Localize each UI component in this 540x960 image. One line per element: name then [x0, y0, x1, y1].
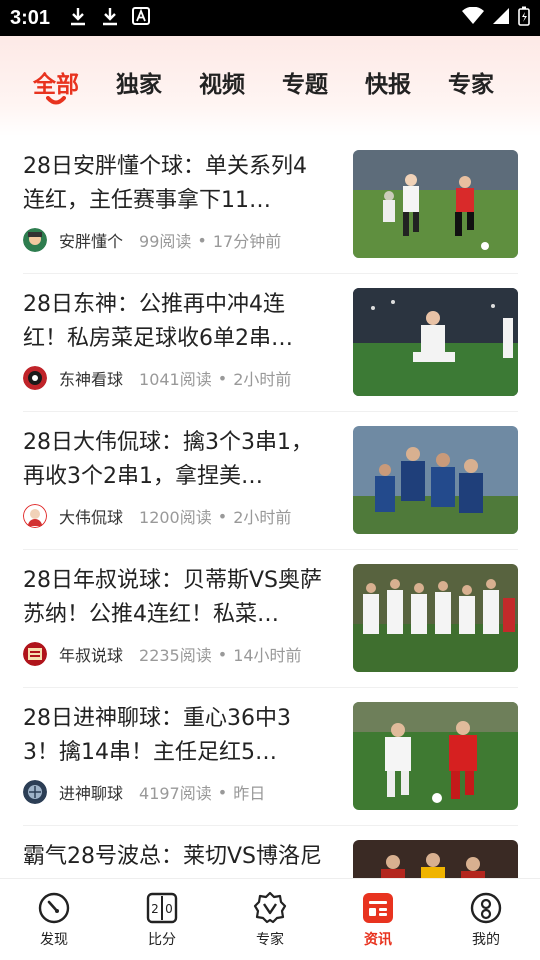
- article-title: 霸气28号波总：莱切VS博洛尼亚！精选 4 串单！连红…: [23, 844, 323, 869]
- nav-discover[interactable]: 发现: [0, 879, 108, 960]
- author-avatar: [23, 780, 47, 804]
- article-title: 28日大伟侃球：擒3个3串1，再收3个2串1，拿捏美…: [23, 430, 313, 489]
- publish-time: 2小时前: [233, 370, 292, 389]
- author-avatar: [23, 504, 47, 528]
- article-meta: 安胖懂个 99阅读 • 17分钟前: [23, 228, 281, 252]
- article-item[interactable]: 28日年叔说球：贝蒂斯VS奥萨苏纳！公推4连红！私菜… 年叔说球 2235阅读 …: [23, 550, 518, 688]
- article-item[interactable]: 霸气28号波总：莱切VS博洛尼亚！精选 4 串单！连红…: [23, 826, 518, 878]
- separator-dot: •: [197, 230, 207, 250]
- cell-signal-icon: [492, 7, 510, 29]
- separator-dot: •: [217, 506, 228, 526]
- article-item[interactable]: 28日进神聊球：重心36中33！擒14串！主任足红5… 进神聊球 4197阅读 …: [23, 688, 518, 826]
- nav-label: 发现: [40, 931, 68, 948]
- article-title: 28日安胖懂个球：单关系列4连红，主任赛事拿下11…: [23, 154, 307, 213]
- scoreboard-icon: 20: [146, 892, 178, 923]
- publish-time: 昨日: [233, 784, 266, 803]
- article-meta: 东神看球 1041阅读 • 2小时前: [23, 366, 291, 390]
- article-title: 28日年叔说球：贝蒂斯VS奥萨苏纳！公推4连红！私菜…: [23, 568, 323, 627]
- nav-profile[interactable]: 我的: [432, 879, 540, 960]
- article-title: 28日进神聊球：重心36中33！擒14串！主任足红5…: [23, 706, 291, 765]
- status-time: 3:01: [10, 6, 51, 29]
- status-bar: 3:01: [0, 0, 540, 36]
- nav-label: 我的: [472, 931, 500, 948]
- article-thumbnail: [353, 426, 518, 534]
- read-count: 1041阅读: [139, 370, 212, 389]
- article-item[interactable]: 28日安胖懂个球：单关系列4连红，主任赛事拿下11… 安胖懂个 99阅读 • 1…: [23, 136, 518, 274]
- text-a-icon: [132, 7, 151, 29]
- author-name: 大伟侃球: [59, 508, 124, 527]
- article-title: 28日东神：公推再中冲4连红！私房菜足球收6单2串…: [23, 292, 293, 351]
- read-count: 4197阅读: [139, 784, 212, 803]
- nav-news[interactable]: 资讯: [324, 879, 432, 960]
- tab-label: 全部: [33, 72, 79, 98]
- separator-dot: •: [217, 782, 228, 802]
- tab-label: 专家: [448, 72, 494, 98]
- separator-dot: •: [217, 368, 228, 388]
- article-item[interactable]: 28日东神：公推再中冲4连红！私房菜足球收6单2串… 东神看球 1041阅读 •…: [23, 274, 518, 412]
- tab-label: 快报: [365, 72, 411, 98]
- article-meta: 年叔说球 2235阅读 • 14小时前: [23, 642, 302, 666]
- article-thumbnail: [353, 840, 518, 878]
- author-avatar: [23, 366, 47, 390]
- author-name: 年叔说球: [59, 646, 124, 665]
- profile-icon: [470, 892, 502, 923]
- read-count: 99阅读: [139, 232, 192, 251]
- author-name: 安胖懂个: [59, 232, 124, 251]
- nav-label: 专家: [256, 931, 284, 948]
- wifi-icon: [462, 6, 484, 29]
- author-avatar: [23, 642, 47, 666]
- author-name: 进神聊球: [59, 784, 124, 803]
- tab-exclusive[interactable]: 独家: [116, 36, 162, 126]
- tab-active-indicator: [46, 96, 66, 105]
- article-meta: 进神聊球 4197阅读 • 昨日: [23, 780, 265, 804]
- tab-experts[interactable]: 专家: [448, 36, 494, 126]
- article-thumbnail: [353, 564, 518, 672]
- publish-time: 17分钟前: [212, 232, 282, 251]
- author-name: 东神看球: [59, 370, 124, 389]
- nav-label: 比分: [148, 931, 176, 948]
- svg-text:0: 0: [165, 902, 173, 916]
- read-count: 2235阅读: [139, 646, 212, 665]
- nav-experts[interactable]: 专家: [216, 879, 324, 960]
- article-thumbnail: [353, 150, 518, 258]
- compass-icon: [38, 892, 70, 923]
- tab-label: 独家: [116, 72, 162, 98]
- article-meta: 大伟侃球 1200阅读 • 2小时前: [23, 504, 291, 528]
- category-tabs: 全部 独家 视频 专题 快报 专家: [0, 36, 540, 126]
- nav-scores[interactable]: 20 比分: [108, 879, 216, 960]
- nav-label: 资讯: [364, 931, 392, 948]
- article-thumbnail: [353, 288, 518, 396]
- tab-topics[interactable]: 专题: [282, 36, 328, 126]
- news-feed: 28日安胖懂个球：单关系列4连红，主任赛事拿下11… 安胖懂个 99阅读 • 1…: [0, 136, 540, 878]
- tab-video[interactable]: 视频: [199, 36, 245, 126]
- separator-dot: •: [217, 644, 228, 664]
- publish-time: 2小时前: [233, 508, 292, 527]
- expert-badge-icon: [253, 891, 287, 923]
- article-thumbnail: [353, 702, 518, 810]
- svg-text:2: 2: [151, 902, 159, 916]
- bottom-navigation: 发现 20 比分 专家 资讯 我的: [0, 878, 540, 960]
- tab-flash[interactable]: 快报: [365, 36, 411, 126]
- tab-all[interactable]: 全部: [33, 36, 79, 126]
- tab-label: 专题: [282, 72, 328, 98]
- news-icon: [363, 892, 393, 923]
- publish-time: 14小时前: [233, 646, 302, 665]
- author-avatar: [23, 228, 47, 252]
- article-item[interactable]: 28日大伟侃球：擒3个3串1，再收3个2串1，拿捏美… 大伟侃球 1200阅读 …: [23, 412, 518, 550]
- read-count: 1200阅读: [139, 508, 212, 527]
- download-icon: [68, 6, 88, 30]
- battery-icon: [518, 6, 530, 30]
- download-icon: [100, 6, 120, 30]
- tab-label: 视频: [199, 72, 245, 98]
